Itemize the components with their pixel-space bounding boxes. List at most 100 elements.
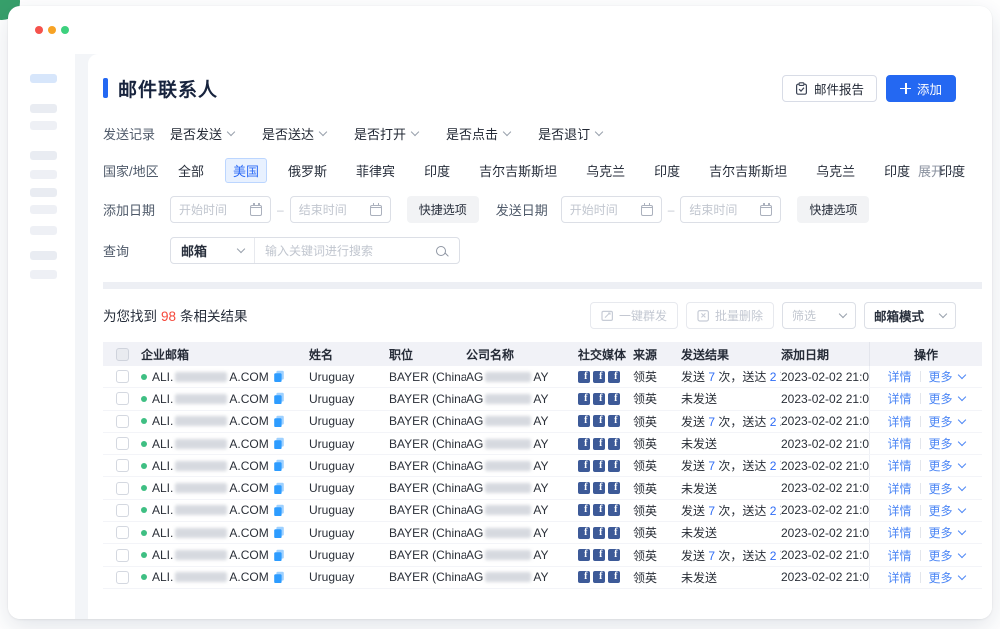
add-date-quick-options-button[interactable]: 快捷选项 xyxy=(407,196,479,223)
query-field-select[interactable]: 邮箱 xyxy=(171,238,255,263)
facebook-icon[interactable]: f xyxy=(593,393,605,405)
copy-icon[interactable] xyxy=(273,459,285,472)
facebook-icon[interactable]: f xyxy=(608,482,620,494)
more-link[interactable]: 更多 xyxy=(929,390,965,407)
add-date-end-input[interactable]: 结束时间 xyxy=(290,196,391,223)
detail-link[interactable]: 详情 xyxy=(887,435,911,452)
copy-icon[interactable] xyxy=(273,549,285,562)
detail-link[interactable]: 详情 xyxy=(887,569,911,586)
detail-link[interactable]: 详情 xyxy=(887,390,911,407)
window-minimize-button[interactable] xyxy=(48,26,56,34)
region-tag[interactable]: 美国 xyxy=(225,158,267,183)
copy-icon[interactable] xyxy=(273,571,285,584)
facebook-icon[interactable]: f xyxy=(593,549,605,561)
copy-icon[interactable] xyxy=(273,526,285,539)
region-tag[interactable]: 吉尔吉斯斯坦 xyxy=(701,158,795,183)
sidebar-item[interactable] xyxy=(30,251,57,260)
sidebar-item[interactable] xyxy=(30,188,57,197)
facebook-icon[interactable]: f xyxy=(578,393,590,405)
facebook-icon[interactable]: f xyxy=(593,438,605,450)
bulk-send-button[interactable]: 一键群发 xyxy=(590,302,678,329)
window-close-button[interactable] xyxy=(35,26,43,34)
row-checkbox[interactable] xyxy=(116,549,129,562)
filter-select[interactable]: 筛选 xyxy=(782,302,856,329)
more-link[interactable]: 更多 xyxy=(929,457,965,474)
row-checkbox[interactable] xyxy=(116,437,129,450)
expand-toggle[interactable]: 展开 xyxy=(918,161,956,180)
region-tag[interactable]: 乌克兰 xyxy=(808,158,863,183)
row-checkbox[interactable] xyxy=(116,459,129,472)
row-checkbox[interactable] xyxy=(116,504,129,517)
facebook-icon[interactable]: f xyxy=(608,393,620,405)
facebook-icon[interactable]: f xyxy=(608,371,620,383)
region-tag[interactable]: 全部 xyxy=(170,158,212,183)
add-date-start-input[interactable]: 开始时间 xyxy=(170,196,271,223)
facebook-icon[interactable]: f xyxy=(608,504,620,516)
facebook-icon[interactable]: f xyxy=(578,482,590,494)
filter-dropdown[interactable]: 是否发送 xyxy=(170,124,234,143)
facebook-icon[interactable]: f xyxy=(608,549,620,561)
more-link[interactable]: 更多 xyxy=(929,480,965,497)
facebook-icon[interactable]: f xyxy=(578,371,590,383)
facebook-icon[interactable]: f xyxy=(578,549,590,561)
facebook-icon[interactable]: f xyxy=(608,527,620,539)
more-link[interactable]: 更多 xyxy=(929,547,965,564)
copy-icon[interactable] xyxy=(273,504,285,517)
mailbox-mode-select[interactable]: 邮箱模式 xyxy=(864,302,956,329)
mail-report-button[interactable]: 邮件报告 xyxy=(782,75,877,102)
facebook-icon[interactable]: f xyxy=(593,527,605,539)
facebook-icon[interactable]: f xyxy=(593,415,605,427)
detail-link[interactable]: 详情 xyxy=(887,457,911,474)
more-link[interactable]: 更多 xyxy=(929,435,965,452)
region-tag[interactable]: 俄罗斯 xyxy=(280,158,335,183)
more-link[interactable]: 更多 xyxy=(929,524,965,541)
sidebar-item[interactable] xyxy=(30,151,57,160)
region-tag[interactable]: 吉尔吉斯斯坦 xyxy=(471,158,565,183)
copy-icon[interactable] xyxy=(273,482,285,495)
region-tag[interactable]: 印度 xyxy=(646,158,688,183)
more-link[interactable]: 更多 xyxy=(929,502,965,519)
facebook-icon[interactable]: f xyxy=(578,527,590,539)
more-link[interactable]: 更多 xyxy=(929,368,965,385)
filter-dropdown[interactable]: 是否点击 xyxy=(446,124,510,143)
send-date-start-input[interactable]: 开始时间 xyxy=(561,196,662,223)
detail-link[interactable]: 详情 xyxy=(887,480,911,497)
filter-dropdown[interactable]: 是否退订 xyxy=(538,124,602,143)
facebook-icon[interactable]: f xyxy=(608,571,620,583)
more-link[interactable]: 更多 xyxy=(929,413,965,430)
facebook-icon[interactable]: f xyxy=(593,504,605,516)
send-date-quick-options-button[interactable]: 快捷选项 xyxy=(797,196,869,223)
facebook-icon[interactable]: f xyxy=(578,571,590,583)
region-tag[interactable]: 印度 xyxy=(416,158,458,183)
facebook-icon[interactable]: f xyxy=(593,571,605,583)
facebook-icon[interactable]: f xyxy=(608,438,620,450)
filter-dropdown[interactable]: 是否打开 xyxy=(354,124,418,143)
sidebar-item[interactable] xyxy=(30,104,57,113)
copy-icon[interactable] xyxy=(273,415,285,428)
add-button[interactable]: 添加 xyxy=(886,75,956,102)
row-checkbox[interactable] xyxy=(116,482,129,495)
facebook-icon[interactable]: f xyxy=(578,460,590,472)
filter-dropdown[interactable]: 是否送达 xyxy=(262,124,326,143)
region-tag[interactable]: 乌克兰 xyxy=(578,158,633,183)
window-zoom-button[interactable] xyxy=(61,26,69,34)
row-checkbox[interactable] xyxy=(116,415,129,428)
sidebar-item[interactable] xyxy=(30,205,57,214)
row-checkbox[interactable] xyxy=(116,571,129,584)
sidebar-item[interactable] xyxy=(30,270,57,279)
detail-link[interactable]: 详情 xyxy=(887,547,911,564)
detail-link[interactable]: 详情 xyxy=(887,502,911,519)
more-link[interactable]: 更多 xyxy=(929,569,965,586)
search-input[interactable] xyxy=(255,244,436,258)
sidebar-item[interactable] xyxy=(30,170,57,179)
facebook-icon[interactable]: f xyxy=(593,482,605,494)
facebook-icon[interactable]: f xyxy=(608,415,620,427)
row-checkbox[interactable] xyxy=(116,370,129,383)
detail-link[interactable]: 详情 xyxy=(887,368,911,385)
facebook-icon[interactable]: f xyxy=(578,504,590,516)
region-tag[interactable]: 菲律宾 xyxy=(348,158,403,183)
copy-icon[interactable] xyxy=(273,392,285,405)
send-date-end-input[interactable]: 结束时间 xyxy=(680,196,781,223)
facebook-icon[interactable]: f xyxy=(593,460,605,472)
facebook-icon[interactable]: f xyxy=(578,438,590,450)
